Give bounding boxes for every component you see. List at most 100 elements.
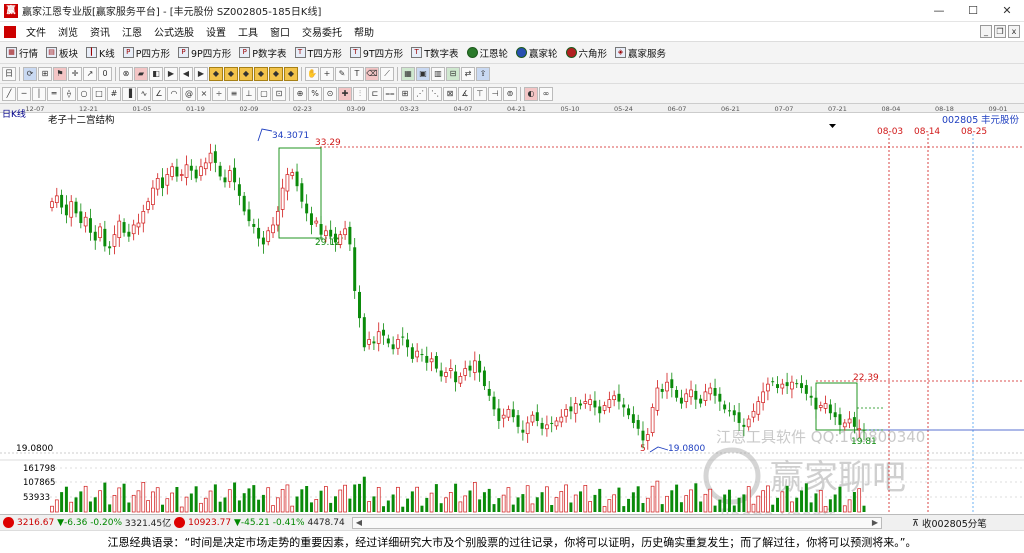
gann-angle-icon[interactable]: ∡ bbox=[458, 86, 472, 101]
zoom-tool-icon[interactable]: ⊕ bbox=[293, 86, 307, 101]
toolbar-p-square-button[interactable]: P P四方形 bbox=[119, 43, 174, 63]
mark-tool-icon[interactable]: ✚ bbox=[338, 86, 352, 101]
split-tool-icon[interactable]: ⫶ bbox=[353, 86, 367, 101]
toolbar-kline-button[interactable]: ┃ K线 bbox=[82, 43, 119, 63]
gann-box-icon[interactable]: ⊞ bbox=[398, 86, 412, 101]
cycle-icon[interactable]: ⊗ bbox=[119, 66, 133, 81]
play-icon[interactable]: ▶ bbox=[164, 66, 178, 81]
period-menu-icon[interactable]: 日 bbox=[2, 66, 16, 81]
window-icon[interactable]: ▣ bbox=[416, 66, 430, 81]
maximize-button[interactable]: ☐ bbox=[956, 0, 990, 22]
toolbar-service-button[interactable]: ◈ 赢家服务 bbox=[611, 43, 670, 63]
circle-tool-icon[interactable]: ○ bbox=[77, 86, 91, 101]
menu-browse[interactable]: 浏览 bbox=[52, 24, 84, 39]
menu-tools[interactable]: 工具 bbox=[232, 24, 264, 39]
angle-tool-icon[interactable]: ∠ bbox=[152, 86, 166, 101]
scroll-left-icon[interactable]: ◀ bbox=[353, 518, 365, 528]
horizontal-scrollbar[interactable]: ◀ ▶ bbox=[352, 517, 882, 529]
cycle-tool-icon[interactable]: ⊙ bbox=[323, 86, 337, 101]
mdi-restore-button[interactable]: ❐ bbox=[994, 25, 1006, 38]
close-button[interactable]: ✕ bbox=[990, 0, 1024, 22]
toolbar-p-table-button[interactable]: P P数字表 bbox=[235, 43, 290, 63]
scale-icon[interactable]: ⊟ bbox=[446, 66, 460, 81]
gann-price-icon[interactable]: ⊣ bbox=[488, 86, 502, 101]
crosshair-icon[interactable]: ✛ bbox=[68, 66, 82, 81]
percent-tool-icon[interactable]: % bbox=[308, 86, 322, 101]
menu-file[interactable]: 文件 bbox=[20, 24, 52, 39]
line-tool-icon[interactable]: ╱ bbox=[2, 86, 16, 101]
back-icon[interactable]: ◀ bbox=[179, 66, 193, 81]
fib-tool-icon[interactable]: ≡ bbox=[227, 86, 241, 101]
color-wheel-icon[interactable]: ◐ bbox=[524, 86, 538, 101]
diamond-icon[interactable]: ◆ bbox=[209, 66, 223, 81]
color-icon[interactable]: ▰ bbox=[134, 66, 148, 81]
toolbar-gann-wheel-button[interactable]: 江恩轮 bbox=[463, 43, 513, 63]
channel-tool-icon[interactable]: ═ bbox=[47, 86, 61, 101]
gann-time-icon[interactable]: ⊤ bbox=[473, 86, 487, 101]
flag-icon[interactable]: ⚑ bbox=[53, 66, 67, 81]
toolbar-t-table-button[interactable]: T T数字表 bbox=[407, 43, 462, 63]
plus-icon[interactable]: + bbox=[320, 66, 334, 81]
square-tool-icon[interactable]: ▢ bbox=[257, 86, 271, 101]
refresh-icon[interactable]: ⟳ bbox=[23, 66, 37, 81]
erase-icon[interactable]: ⌫ bbox=[365, 66, 379, 81]
arrow-icon[interactable]: ↗ bbox=[83, 66, 97, 81]
hline-tool-icon[interactable]: ─ bbox=[17, 86, 31, 101]
gann-fan-icon[interactable]: ⋰ bbox=[413, 86, 427, 101]
kline-chart[interactable]: 12-07 12-21 01-05 01-19 02-09 02-23 03-09 03-23… bbox=[0, 104, 1024, 514]
trend-icon[interactable]: ⟋ bbox=[380, 66, 394, 81]
wave-tool-icon[interactable]: ∿ bbox=[137, 86, 151, 101]
eq-tool-icon[interactable]: ⩵ bbox=[383, 86, 397, 101]
mdi-close-button[interactable]: x bbox=[1008, 25, 1020, 38]
tick-detail-button[interactable]: ⊼ 收002805分笔 bbox=[912, 516, 987, 531]
next-icon[interactable]: ▶ bbox=[194, 66, 208, 81]
cross-tool-icon[interactable]: × bbox=[197, 86, 211, 101]
compare-icon[interactable]: ⇄ bbox=[461, 66, 475, 81]
stair-tool-icon[interactable]: ⊏ bbox=[368, 86, 382, 101]
minimize-button[interactable]: — bbox=[922, 0, 956, 22]
toolbar-t-square-button[interactable]: T T四方形 bbox=[291, 43, 346, 63]
zero-icon[interactable]: 0 bbox=[98, 66, 112, 81]
menu-window[interactable]: 窗口 bbox=[264, 24, 296, 39]
arc-tool-icon[interactable]: ◠ bbox=[167, 86, 181, 101]
menu-help[interactable]: 帮助 bbox=[348, 24, 380, 39]
rect-tool-icon[interactable]: □ bbox=[92, 86, 106, 101]
toolbar-quotes-button[interactable]: ▦ 行情 bbox=[2, 43, 42, 63]
mdi-minimize-button[interactable]: _ bbox=[980, 25, 992, 38]
toolbar-hexagon-button[interactable]: 六角形 bbox=[562, 43, 612, 63]
export-icon[interactable]: ⇪ bbox=[476, 66, 490, 81]
gann-square-icon[interactable]: ⊠ bbox=[443, 86, 457, 101]
text-icon[interactable]: T bbox=[350, 66, 364, 81]
menu-settings[interactable]: 设置 bbox=[200, 24, 232, 39]
diamond-icon[interactable]: ◆ bbox=[269, 66, 283, 81]
menu-gann[interactable]: 江恩 bbox=[116, 24, 148, 39]
ratio-tool-icon[interactable]: ÷ bbox=[212, 86, 226, 101]
gann-cycle-icon[interactable]: ⊚ bbox=[503, 86, 517, 101]
gann-grid-icon[interactable]: ⋱ bbox=[428, 86, 442, 101]
toolbar-blocks-button[interactable]: ▤ 板块 bbox=[42, 43, 82, 63]
toolbar-9t-square-button[interactable]: T 9T四方形 bbox=[346, 43, 407, 63]
vline-tool-icon[interactable]: │ bbox=[32, 86, 46, 101]
box-tool-icon[interactable]: ⊡ bbox=[272, 86, 286, 101]
time-tool-icon[interactable]: ⊥ bbox=[242, 86, 256, 101]
menu-info[interactable]: 资讯 bbox=[84, 24, 116, 39]
menu-trade[interactable]: 交易委托 bbox=[296, 24, 348, 39]
pen-icon[interactable]: ✎ bbox=[335, 66, 349, 81]
fan-tool-icon[interactable]: ⟠ bbox=[62, 86, 76, 101]
diamond-icon[interactable]: ◆ bbox=[224, 66, 238, 81]
toolbar-winner-wheel-button[interactable]: 赢家轮 bbox=[512, 43, 562, 63]
grid-tool-icon[interactable]: # bbox=[107, 86, 121, 101]
calc-icon[interactable]: ▦ bbox=[401, 66, 415, 81]
dropdown-triangle-icon[interactable] bbox=[829, 124, 836, 128]
diamond-icon[interactable]: ◆ bbox=[239, 66, 253, 81]
spiral-tool-icon[interactable]: @ bbox=[182, 86, 196, 101]
hand-icon[interactable]: ✋ bbox=[305, 66, 319, 81]
bars-icon[interactable]: ▥ bbox=[431, 66, 445, 81]
bar-tool-icon[interactable]: ▐ bbox=[122, 86, 136, 101]
toolbar-9p-square-button[interactable]: P 9P四方形 bbox=[174, 43, 235, 63]
ruler-icon[interactable]: ⊞ bbox=[38, 66, 52, 81]
menu-formula[interactable]: 公式选股 bbox=[148, 24, 200, 39]
diamond-icon[interactable]: ◆ bbox=[284, 66, 298, 81]
prev-icon[interactable]: ◧ bbox=[149, 66, 163, 81]
infinity-icon[interactable]: ∞ bbox=[539, 86, 553, 101]
